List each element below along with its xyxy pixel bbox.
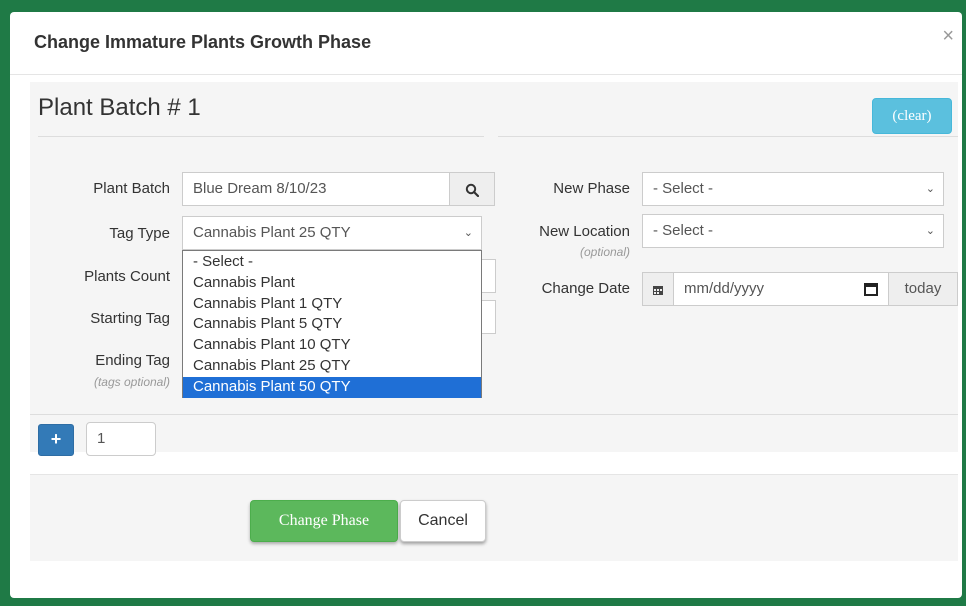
tag-type-dropdown[interactable]: - Select - Cannabis Plant Cannabis Plant… <box>182 250 482 398</box>
plant-batch-input[interactable]: Blue Dream 8/10/23 <box>182 172 450 206</box>
starting-tag-label: Starting Tag <box>90 310 170 327</box>
new-phase-value: - Select - <box>653 180 714 197</box>
add-batch-button[interactable]: + <box>38 424 74 456</box>
calendar-picker-icon[interactable] <box>864 283 878 296</box>
modal-header: Change Immature Plants Growth Phase × <box>10 12 962 75</box>
dropdown-option-highlighted[interactable]: Cannabis Plant 50 QTY <box>183 376 481 398</box>
ending-tag-label: Ending Tag <box>95 352 170 369</box>
chevron-down-icon: ⌄ <box>925 225 935 237</box>
plant-batch-panel: Plant Batch # 1 (clear) Plant Batch Blue… <box>30 82 958 456</box>
change-date-input[interactable]: mm/dd/yyyy <box>673 272 889 306</box>
plants-count-label: Plants Count <box>84 268 170 285</box>
batch-count-input[interactable]: 1 <box>86 422 156 456</box>
new-phase-select[interactable]: - Select - ⌄ <box>642 172 944 206</box>
change-date-label: Change Date <box>541 280 630 297</box>
dropdown-option[interactable]: Cannabis Plant 1 QTY <box>183 294 481 315</box>
calendar-icon <box>653 286 663 296</box>
divider <box>38 136 484 137</box>
change-date-placeholder: mm/dd/yyyy <box>684 280 765 297</box>
modal-footer: Change Phase Cancel <box>30 474 958 561</box>
chevron-down-icon: ⌄ <box>925 183 935 195</box>
cancel-button[interactable]: Cancel <box>400 500 486 542</box>
new-location-label: New Location <box>539 223 630 240</box>
dropdown-option[interactable]: - Select - <box>183 252 481 273</box>
calendar-addon <box>642 272 674 306</box>
tags-optional-hint: (tags optional) <box>93 375 170 389</box>
divider <box>30 414 958 415</box>
change-phase-button[interactable]: Change Phase <box>250 500 398 542</box>
search-button[interactable] <box>449 172 495 206</box>
plant-batch-heading: Plant Batch # 1 <box>38 94 201 121</box>
new-phase-label: New Phase <box>553 180 630 197</box>
divider <box>498 136 958 137</box>
new-location-optional-hint: (optional) <box>579 245 630 259</box>
new-location-value: - Select - <box>653 222 714 239</box>
dropdown-option[interactable]: Cannabis Plant 25 QTY <box>183 356 481 377</box>
clear-button[interactable]: (clear) <box>872 98 952 134</box>
dropdown-option[interactable]: Cannabis Plant <box>183 273 481 294</box>
tag-type-select[interactable]: Cannabis Plant 25 QTY ⌄ <box>182 216 482 250</box>
close-icon[interactable]: × <box>942 26 954 46</box>
tag-type-value: Cannabis Plant 25 QTY <box>193 224 351 241</box>
new-location-select[interactable]: - Select - ⌄ <box>642 214 944 248</box>
plant-batch-label: Plant Batch <box>93 180 170 197</box>
modal-title: Change Immature Plants Growth Phase <box>34 32 372 52</box>
dropdown-option[interactable]: Cannabis Plant 5 QTY <box>183 314 481 335</box>
tag-type-label: Tag Type <box>109 225 170 242</box>
change-phase-modal: Change Immature Plants Growth Phase × Pl… <box>10 12 962 598</box>
search-icon <box>465 184 480 198</box>
today-button[interactable]: today <box>888 272 958 306</box>
chevron-down-icon: ⌄ <box>463 227 473 239</box>
dropdown-option[interactable]: Cannabis Plant 10 QTY <box>183 335 481 356</box>
